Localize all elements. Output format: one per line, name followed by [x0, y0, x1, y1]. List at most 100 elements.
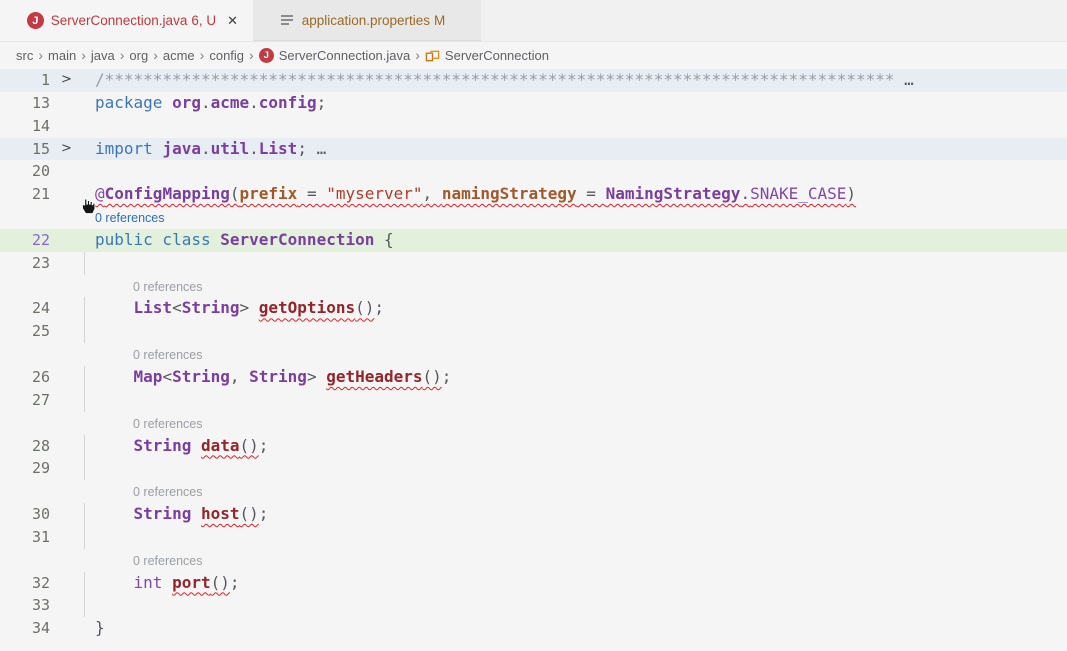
fold-gutter [50, 572, 95, 595]
breadcrumb-label: main [48, 48, 76, 63]
code-token: , [423, 184, 442, 203]
line-number: 21 [0, 183, 50, 206]
gutter: 23 [0, 252, 95, 275]
codelens-references-link[interactable]: 0 references [95, 211, 164, 225]
gutter: 25 [0, 320, 95, 343]
fold-gutter [50, 252, 95, 275]
line-number: 33 [0, 594, 50, 617]
line-content [95, 252, 1067, 275]
code-line: 27 [0, 389, 1067, 412]
gutter: 29 [0, 457, 95, 480]
breadcrumb-item-serverconnection[interactable]: ServerConnection [425, 48, 549, 63]
code-token [95, 436, 134, 455]
fold-chevron-icon[interactable]: > [50, 69, 95, 92]
tab-label: ServerConnection.java [51, 13, 188, 28]
code-line: 31 [0, 526, 1067, 549]
line-number: 32 [0, 572, 50, 595]
codelens-references-link[interactable]: 0 references [133, 485, 202, 499]
code-line: 32 int port(); [0, 572, 1067, 595]
gutter: 14 [0, 115, 95, 138]
codelens-references-link[interactable]: 0 references [133, 417, 202, 431]
fold-gutter [50, 457, 95, 480]
gutter: 22 [0, 229, 95, 252]
code-token [95, 573, 134, 592]
tab-serverconnection-java[interactable]: JServerConnection.java6, U✕ [0, 0, 253, 41]
code-line: 20 [0, 160, 1067, 183]
code-line: 13package org.acme.config; [0, 92, 1067, 115]
code-token: Map [134, 367, 163, 386]
codelens-references-link[interactable]: 0 references [133, 554, 202, 568]
code-token: String [182, 298, 240, 317]
line-content: import java.util.List; … [95, 138, 1067, 161]
line-content [95, 320, 1067, 343]
chevron-right-icon: › [249, 47, 254, 63]
code-token: data [201, 436, 240, 455]
breadcrumb-label: java [91, 48, 115, 63]
code-token: ; [297, 139, 316, 158]
code-token: ( [230, 184, 240, 203]
indent-guide [84, 572, 85, 595]
codelens-row: 0 references [0, 275, 1067, 298]
gutter [0, 206, 95, 229]
breadcrumb-item-src[interactable]: src [16, 48, 33, 63]
codelens-references-link[interactable]: 0 references [133, 280, 202, 294]
indent-guide [84, 252, 85, 275]
code-token [95, 504, 134, 523]
code-token: /***************************************… [95, 70, 895, 89]
code-line: 21@ConfigMapping(prefix = "myserver", na… [0, 183, 1067, 206]
java-file-icon: J [27, 12, 44, 29]
code-token: = [297, 184, 326, 203]
gutter: 28 [0, 435, 95, 458]
breadcrumb-item-java[interactable]: java [91, 48, 115, 63]
line-number: 29 [0, 457, 50, 480]
code-line: 29 [0, 457, 1067, 480]
error-squiggle-region: data() [201, 436, 259, 455]
line-content: package org.acme.config; [95, 92, 1067, 115]
code-line: 34} [0, 617, 1067, 640]
breadcrumb-label: ServerConnection.java [279, 48, 411, 63]
codelens-references-link[interactable]: 0 references [133, 348, 202, 362]
fold-gutter [50, 229, 95, 252]
code-token: public class [95, 230, 220, 249]
breadcrumb-item-main[interactable]: main [48, 48, 76, 63]
fold-gutter [50, 115, 95, 138]
close-icon[interactable]: ✕ [224, 11, 241, 31]
gutter: 30 [0, 503, 95, 526]
breadcrumb-label: src [16, 48, 33, 63]
line-content: /***************************************… [95, 69, 1067, 92]
breadcrumb-label: ServerConnection [445, 48, 549, 63]
gutter: 33 [0, 594, 95, 617]
chevron-right-icon: › [120, 47, 125, 63]
line-content: String host(); [95, 503, 1067, 526]
breadcrumb-item-serverconnection-java[interactable]: JServerConnection.java [259, 48, 411, 63]
tab-application-properties[interactable]: application.propertiesM [253, 0, 481, 41]
fold-gutter [50, 503, 95, 526]
breadcrumb: src›main›java›org›acme›config›JServerCon… [0, 42, 1067, 68]
line-number: 24 [0, 297, 50, 320]
gutter [0, 343, 95, 366]
code-token: > [240, 298, 259, 317]
chevron-right-icon: › [81, 47, 86, 63]
line-number: 22 [0, 229, 50, 252]
code-line: 22public class ServerConnection { [0, 229, 1067, 252]
breadcrumb-item-acme[interactable]: acme [163, 48, 195, 63]
code-token: package [95, 93, 172, 112]
gutter: 20 [0, 160, 95, 183]
code-token: () [240, 436, 259, 455]
indent-guide [84, 594, 85, 617]
code-token: ; [259, 504, 269, 523]
breadcrumb-item-org[interactable]: org [129, 48, 148, 63]
indent-guide [84, 389, 85, 412]
indent-guide [84, 503, 85, 526]
fold-gutter [50, 92, 95, 115]
code-token: List [134, 298, 173, 317]
breadcrumb-item-config[interactable]: config [209, 48, 244, 63]
fold-chevron-icon[interactable]: > [50, 138, 95, 161]
code-token: ; [442, 367, 452, 386]
code-token [191, 436, 201, 455]
breadcrumb-label: acme [163, 48, 195, 63]
code-token: getOptions [259, 298, 355, 317]
code-token: host [201, 504, 240, 523]
line-number [0, 275, 50, 298]
code-token: int [134, 573, 163, 592]
